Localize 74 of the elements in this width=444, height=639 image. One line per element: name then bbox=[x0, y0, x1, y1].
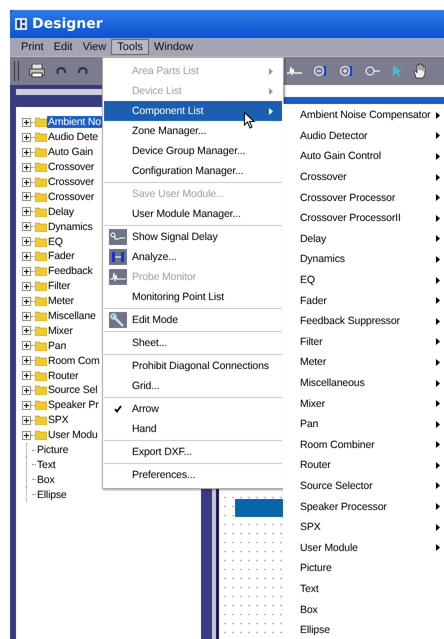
menu-item[interactable]: View bbox=[78, 40, 112, 54]
menu-item[interactable]: Print bbox=[16, 40, 49, 54]
menu-item[interactable]: Crossover bbox=[283, 166, 444, 188]
menu-item[interactable]: Show Signal Delay bbox=[104, 227, 282, 247]
tree-item[interactable]: SPX bbox=[47, 414, 70, 426]
tree-item[interactable]: Ellipse bbox=[36, 488, 68, 501]
tree-item[interactable]: Router bbox=[47, 370, 80, 382]
tree-item[interactable]: Ambient No bbox=[47, 116, 102, 128]
tree-item[interactable]: Room Com bbox=[47, 354, 100, 367]
menu-item[interactable]: Configuration Manager... bbox=[104, 161, 282, 181]
menu-item[interactable]: Arrow bbox=[104, 399, 282, 419]
menu-item[interactable]: Router bbox=[283, 455, 444, 476]
tree-item[interactable]: EQ bbox=[47, 236, 64, 248]
menu-item[interactable]: Device Group Manager... bbox=[104, 141, 282, 161]
menu-item[interactable]: Sheet... bbox=[104, 333, 282, 353]
menu-item[interactable]: SPX bbox=[283, 516, 444, 538]
tree-item[interactable]: Text bbox=[36, 458, 56, 471]
menu-item[interactable]: Window bbox=[148, 40, 198, 54]
tree-item[interactable]: Meter bbox=[47, 295, 75, 308]
menu-item[interactable]: Fader bbox=[283, 290, 444, 311]
menu-item[interactable]: Crossover ProcessorII bbox=[283, 208, 444, 229]
menu-item[interactable]: Mixer bbox=[283, 393, 444, 414]
menu-item[interactable]: Meter bbox=[283, 352, 444, 373]
tree-item[interactable]: Source Sel bbox=[47, 384, 98, 396]
tree-item[interactable]: Audio Dete bbox=[47, 131, 99, 144]
menu-item[interactable]: Crossover Processor bbox=[283, 187, 444, 208]
menu-item[interactable]: Pan bbox=[283, 414, 444, 434]
tree-item[interactable]: Dynamics bbox=[47, 220, 94, 233]
menu-item[interactable]: Delay bbox=[283, 228, 444, 250]
tree-item[interactable]: Feedback bbox=[47, 265, 94, 278]
menu-item[interactable]: Text bbox=[283, 578, 444, 600]
menu-item[interactable]: Analyze... bbox=[104, 247, 282, 267]
menu-item[interactable]: Source Selector bbox=[283, 476, 444, 496]
menu-item[interactable]: Miscellaneous bbox=[283, 372, 444, 394]
menu-item[interactable]: Prohibit Diagonal Connections bbox=[104, 356, 282, 376]
menu-item[interactable]: Room Combiner bbox=[283, 434, 444, 456]
tree-item[interactable]: Crossover bbox=[47, 176, 96, 188]
menu-item[interactable]: User Module Manager... bbox=[104, 204, 282, 224]
tree-item[interactable]: Delay bbox=[47, 206, 75, 218]
menu-item[interactable]: Auto Gain Control bbox=[283, 146, 444, 167]
menu-item[interactable]: Audio Detector bbox=[283, 126, 444, 146]
tree-item[interactable]: Fader bbox=[47, 250, 76, 262]
menu-item[interactable]: Edit bbox=[48, 40, 78, 54]
menu-item[interactable]: Speaker Processor bbox=[283, 496, 444, 517]
tree-item[interactable]: Auto Gain bbox=[47, 146, 94, 158]
menu-item[interactable]: Tools bbox=[111, 39, 149, 55]
menu-item[interactable]: Box bbox=[283, 599, 444, 620]
tree-item[interactable]: Picture bbox=[36, 444, 70, 456]
tree-item[interactable]: Miscellane bbox=[47, 310, 97, 322]
tree-item[interactable]: Speaker Pr bbox=[47, 399, 100, 412]
tree-item[interactable]: Filter bbox=[47, 280, 72, 292]
window-title: Designer bbox=[32, 16, 103, 32]
menu-item[interactable]: EQ bbox=[283, 270, 444, 290]
tree-item[interactable]: User Modu bbox=[47, 429, 99, 442]
tree-item[interactable]: Crossover bbox=[47, 161, 96, 174]
menu-item[interactable]: Export DXF... bbox=[104, 442, 282, 462]
menu-item[interactable]: Zone Manager... bbox=[104, 121, 282, 141]
menu-item[interactable]: Dynamics bbox=[283, 249, 444, 270]
menu-item[interactable]: Monitoring Point List bbox=[104, 287, 282, 307]
menu-item[interactable]: Component List bbox=[104, 101, 282, 121]
menu-item[interactable]: Ellipse bbox=[283, 620, 444, 639]
tree-item[interactable]: Crossover bbox=[47, 190, 96, 203]
menu-item[interactable]: Ambient Noise Compensator bbox=[283, 105, 444, 126]
menu-item[interactable]: Hand bbox=[104, 419, 282, 439]
menu-item[interactable]: Feedback Suppressor bbox=[283, 310, 444, 332]
tree-item[interactable]: Mixer bbox=[47, 324, 74, 337]
tree-item[interactable]: Box bbox=[36, 474, 56, 486]
menu-item[interactable]: Filter bbox=[283, 332, 444, 352]
tree-item[interactable]: Pan bbox=[47, 340, 68, 352]
menu-item[interactable]: Grid... bbox=[104, 376, 282, 396]
menu-item[interactable]: Picture bbox=[283, 558, 444, 579]
menu-item[interactable]: Preferences... bbox=[104, 465, 282, 485]
menu-item[interactable]: User Module bbox=[283, 537, 444, 558]
menu-item[interactable]: Edit Mode bbox=[104, 310, 282, 330]
